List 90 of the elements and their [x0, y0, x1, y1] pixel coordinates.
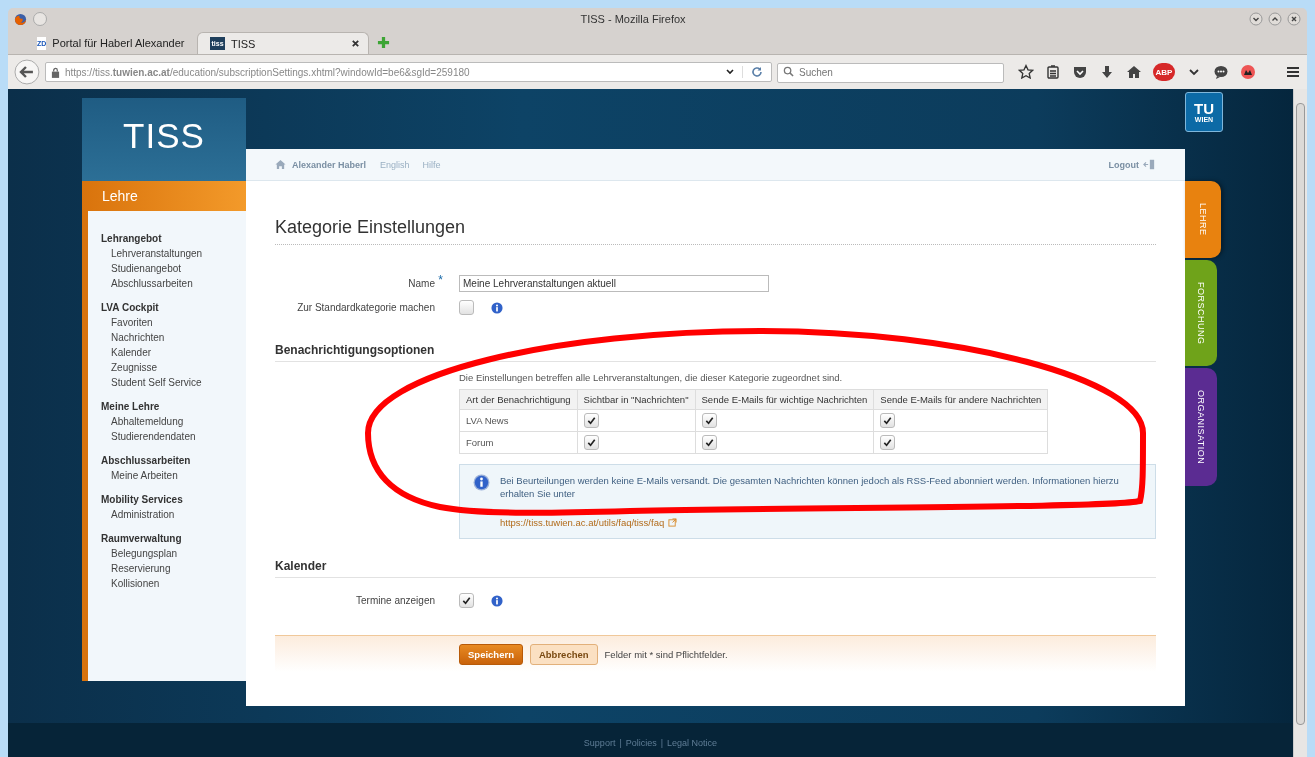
sidebar-title: Lehre — [82, 181, 246, 211]
separator: | — [660, 738, 664, 748]
field-label: Zur Standardkategorie machen — [297, 302, 435, 313]
checkmark-icon — [703, 437, 715, 448]
checkbox[interactable] — [583, 435, 599, 450]
site-logo[interactable]: TISS — [123, 115, 205, 156]
star-icon[interactable] — [1018, 64, 1034, 80]
checkbox[interactable] — [880, 413, 896, 428]
sidebar-link[interactable]: Zeugnisse — [101, 360, 158, 375]
sidebar-heading: Abschlussarbeiten — [101, 454, 191, 468]
sidebar-link[interactable]: Favoriten — [101, 315, 153, 330]
sidebar-link[interactable]: Kollisionen — [101, 576, 160, 591]
sidebar-link[interactable]: Abhaltemeldung — [101, 414, 184, 429]
sidebar-link[interactable]: Abschlussarbeiten — [101, 276, 193, 291]
address-bar[interactable]: https://tiss.tuwien.ac.at/education/subscriptionSettings.xhtml?windowId=be6&sgId=259180 — [44, 62, 772, 82]
sidebar-heading: LVA Cockpit — [101, 301, 159, 315]
section-heading: Benachrichtigungsoptionen — [275, 343, 1156, 362]
sidebar-link[interactable]: Administration — [101, 507, 175, 522]
info-icon[interactable] — [491, 594, 503, 607]
sidebar-link[interactable]: Kalender — [101, 345, 152, 360]
sidebar-heading: Meine Lehre — [101, 400, 160, 414]
checkmark-icon — [882, 437, 894, 448]
tab-label: TISS — [231, 37, 257, 50]
info-icon[interactable] — [491, 301, 503, 314]
adblock-button[interactable]: ABP — [1153, 63, 1175, 81]
checkmark-icon — [882, 415, 894, 426]
tab-label: Portal für Haberl Alexander — [52, 37, 185, 49]
sidebar-link[interactable]: Student Self Service — [101, 375, 202, 390]
menu-icon[interactable] — [1285, 64, 1301, 80]
close-button[interactable] — [1287, 12, 1301, 26]
lock-icon — [50, 66, 60, 78]
addon-icon[interactable] — [1240, 64, 1256, 80]
sidebar-link[interactable]: Belegungsplan — [101, 546, 178, 561]
sidebar-heading: Lehrangebot — [101, 232, 162, 246]
required-mark: * — [438, 273, 443, 287]
column-header: Sende E-Mails für andere Nachrichten — [873, 389, 1048, 410]
section-description: Die Einstellungen betreffen alle Lehrveranstaltungen, die dieser Kategorie zugeordnet sind. — [459, 372, 844, 383]
checkbox[interactable] — [701, 435, 717, 450]
field-label: Termine anzeigen — [356, 595, 435, 606]
sidebar-heading: Mobility Services — [101, 493, 183, 507]
cancel-button[interactable]: Abbrechen — [529, 643, 598, 665]
url-text: https://tiss.tuwien.ac.at/education/subscriptionSettings.xhtml?windowId=be6&sgId=259180 — [64, 66, 471, 78]
sidebar-link[interactable]: Lehrveranstaltungen — [101, 246, 203, 261]
download-icon[interactable] — [1099, 64, 1115, 80]
footer-link[interactable]: Policies — [625, 738, 657, 748]
footer-link[interactable]: Support — [583, 738, 616, 748]
checkmark-icon — [585, 415, 597, 426]
checkbox[interactable] — [701, 413, 717, 428]
chat-bubble-icon[interactable] — [1213, 64, 1229, 80]
required-note: Felder mit * sind Pflichtfelder. — [604, 648, 728, 660]
minimize-button[interactable] — [1249, 12, 1263, 26]
checkmark-icon — [585, 437, 597, 448]
sidebar-heading: Raumverwaltung — [101, 532, 182, 546]
pocket-icon[interactable] — [1072, 64, 1088, 80]
table-cell: LVA News — [459, 409, 578, 432]
back-button[interactable] — [14, 59, 40, 85]
sidebar-link[interactable]: Studierendendaten — [101, 429, 196, 444]
column-header: Sichtbar in "Nachrichten" — [577, 389, 696, 410]
checkbox[interactable] — [459, 300, 474, 315]
checkbox[interactable] — [583, 413, 599, 428]
faq-link[interactable]: https://tiss.tuwien.ac.at/utils/faq/tiss/faq — [500, 517, 665, 528]
column-header: Sende E-Mails für wichtige Nachrichten — [695, 389, 874, 410]
sidebar-link[interactable]: Studienangebot — [101, 261, 182, 276]
scrollbar[interactable] — [1293, 89, 1307, 757]
checkmark-icon — [703, 415, 715, 426]
checkbox[interactable] — [880, 435, 896, 450]
section-tab[interactable]: ORGANISATION — [1185, 368, 1217, 487]
column-header: Art der Benachrichtigung — [459, 389, 578, 410]
info-text: Bei Beurteilungen werden keine E-Mails versandt. Die gesamten Nachrichten können jedoch als RSS-Feed abonniert werden. Informationen hierzu erhalten Sie unter — [500, 474, 1120, 500]
field-label: Name — [408, 278, 435, 289]
footer-link[interactable]: Legal Notice — [667, 738, 718, 748]
search-field[interactable]: Suchen — [777, 62, 1004, 83]
separator: | — [619, 738, 622, 748]
dropdown-caret-icon[interactable] — [725, 67, 735, 77]
checkmark-icon — [461, 595, 472, 606]
checkbox[interactable] — [459, 593, 474, 608]
sidebar-link[interactable]: Nachrichten — [101, 330, 165, 345]
sidebar-link[interactable]: Meine Arbeiten — [101, 468, 178, 483]
table-cell: Forum — [459, 431, 578, 454]
name-input[interactable]: Meine Lehrveranstaltungen aktuell — [459, 275, 769, 292]
sidebar-link[interactable]: Reservierung — [101, 561, 171, 576]
home-icon[interactable] — [1126, 64, 1142, 80]
reading-list-icon[interactable] — [1045, 64, 1061, 80]
window-title: TISS - Mozilla Firefox — [579, 13, 687, 25]
search-icon — [783, 66, 794, 77]
info-icon — [473, 474, 490, 491]
page-heading: Kategorie Einstellungen — [275, 217, 1156, 245]
firefox-logo-icon[interactable] — [14, 12, 27, 26]
section-heading: Kalender — [275, 559, 1156, 578]
close-icon[interactable] — [351, 39, 360, 48]
